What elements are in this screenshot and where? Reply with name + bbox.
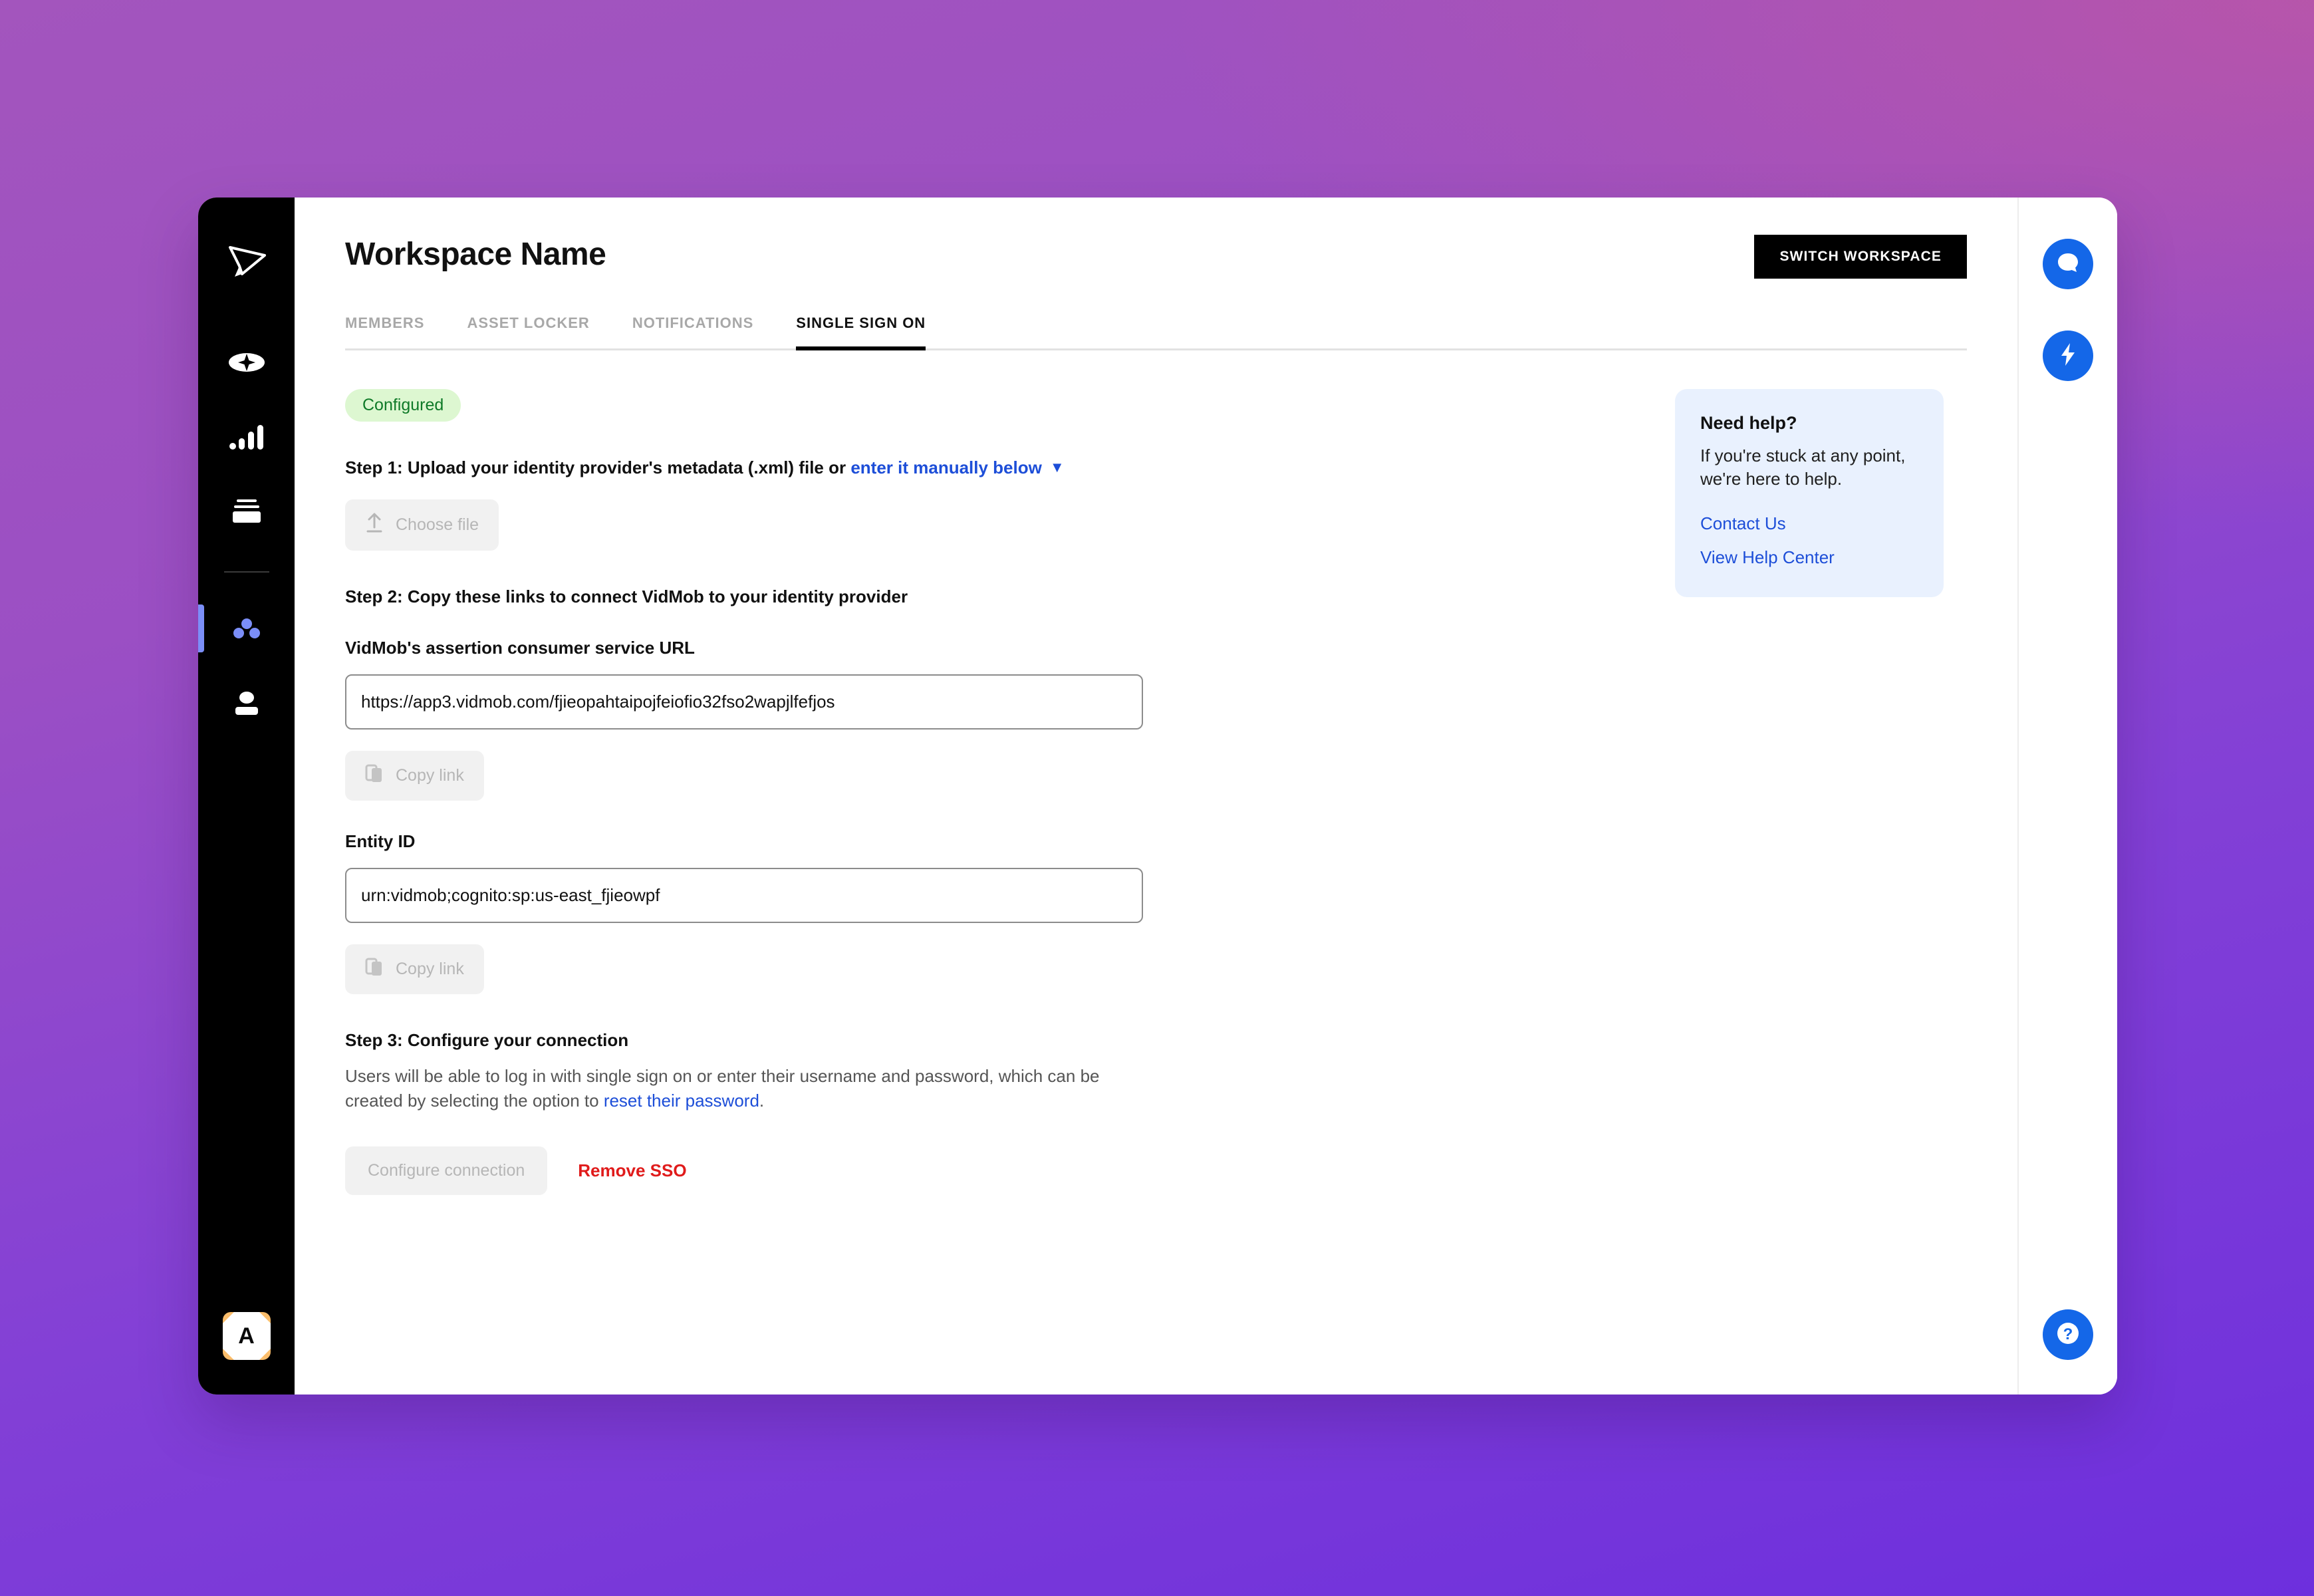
tab-asset-locker[interactable]: ASSET LOCKER <box>467 315 589 350</box>
remove-sso-button[interactable]: Remove SSO <box>578 1160 686 1181</box>
acs-url-input[interactable] <box>345 674 1143 730</box>
page-title: Workspace Name <box>345 237 606 272</box>
svg-text:?: ? <box>2063 1325 2073 1343</box>
layers-stack-icon <box>228 493 265 530</box>
acs-url-label: VidMob's assertion consumer service URL <box>345 638 695 658</box>
tab-bar: MEMBERS ASSET LOCKER NOTIFICATIONS SINGL… <box>345 315 1967 350</box>
sidebar-item-workspace-settings[interactable] <box>198 591 295 666</box>
avatar-initial: A <box>238 1323 255 1349</box>
tab-notifications[interactable]: NOTIFICATIONS <box>632 315 753 350</box>
help-column: Need help? If you're stuck at any point,… <box>1675 389 1970 1195</box>
sidebar-item-insights[interactable] <box>198 400 295 474</box>
tab-single-sign-on[interactable]: SINGLE SIGN ON <box>796 315 926 350</box>
switch-workspace-button[interactable]: SWITCH WORKSPACE <box>1754 235 1967 279</box>
sidebar-item-create[interactable] <box>198 325 295 400</box>
bar-chart-icon <box>228 418 265 456</box>
step3-actions: Configure connection Remove SSO <box>345 1146 1675 1195</box>
main-content: Workspace Name SWITCH WORKSPACE MEMBERS … <box>295 198 2017 1395</box>
tab-members[interactable]: MEMBERS <box>345 315 424 350</box>
avatar[interactable]: A <box>222 1312 271 1360</box>
person-icon <box>228 684 265 722</box>
entity-id-label: Entity ID <box>345 831 416 851</box>
help-card-title: Need help? <box>1700 413 1797 433</box>
step2-heading: Step 2: Copy these links to connect VidM… <box>345 587 908 606</box>
sidebar-nav: A <box>198 198 295 1395</box>
entity-id-input[interactable] <box>345 868 1143 923</box>
need-help-card: Need help? If you're stuck at any point,… <box>1675 389 1944 597</box>
upload-arrow-icon <box>365 512 384 538</box>
three-dots-cluster-icon <box>228 610 265 647</box>
enter-manually-link[interactable]: enter it manually below <box>850 458 1042 477</box>
status-badge: Configured <box>345 389 461 422</box>
lightning-bolt-icon <box>2057 342 2079 370</box>
contact-us-link[interactable]: Contact Us <box>1700 513 1918 534</box>
vidmob-cursor-logo-icon[interactable] <box>223 239 271 287</box>
chevron-down-icon[interactable]: ▼ <box>1050 459 1065 476</box>
configure-connection-button[interactable]: Configure connection <box>345 1146 548 1195</box>
sidebar-divider <box>223 571 269 573</box>
help-button[interactable]: ? <box>2043 1309 2093 1360</box>
reset-password-link[interactable]: reset their password <box>604 1091 759 1111</box>
copy-icon <box>365 763 384 788</box>
right-rail: ? <box>2017 198 2117 1395</box>
help-card-body: If you're stuck at any point, we're here… <box>1700 446 1906 489</box>
choose-file-button[interactable]: Choose file <box>345 499 499 551</box>
question-mark-icon: ? <box>2053 1319 2083 1351</box>
chat-bubble-button[interactable] <box>2043 239 2093 289</box>
app-window: A Workspace Name SWITCH WORKSPACE MEMBER… <box>198 198 2117 1395</box>
step1-text: Step 1: Upload your identity provider's … <box>345 458 851 477</box>
step3-description: Users will be able to log in with single… <box>345 1064 1143 1113</box>
sidebar-item-library[interactable] <box>198 474 295 549</box>
sso-panel: Configured Step 1: Upload your identity … <box>345 389 1675 1195</box>
view-help-center-link[interactable]: View Help Center <box>1700 547 1918 568</box>
copy-acs-url-button[interactable]: Copy link <box>345 751 484 801</box>
page-header: Workspace Name SWITCH WORKSPACE <box>345 235 1967 279</box>
step1-heading: Step 1: Upload your identity provider's … <box>345 458 1675 478</box>
step3-heading: Step 3: Configure your connection <box>345 1030 629 1050</box>
sparkle-icon <box>228 344 265 381</box>
copy-entity-id-label: Copy link <box>396 960 464 978</box>
copy-entity-id-button[interactable]: Copy link <box>345 944 484 994</box>
sidebar-item-account[interactable] <box>198 666 295 740</box>
copy-icon <box>365 957 384 982</box>
quick-actions-button[interactable] <box>2043 331 2093 381</box>
copy-acs-url-label: Copy link <box>396 766 464 785</box>
choose-file-label: Choose file <box>396 515 479 534</box>
chat-bubble-icon <box>2055 249 2081 279</box>
step3-desc-after: . <box>759 1090 765 1111</box>
